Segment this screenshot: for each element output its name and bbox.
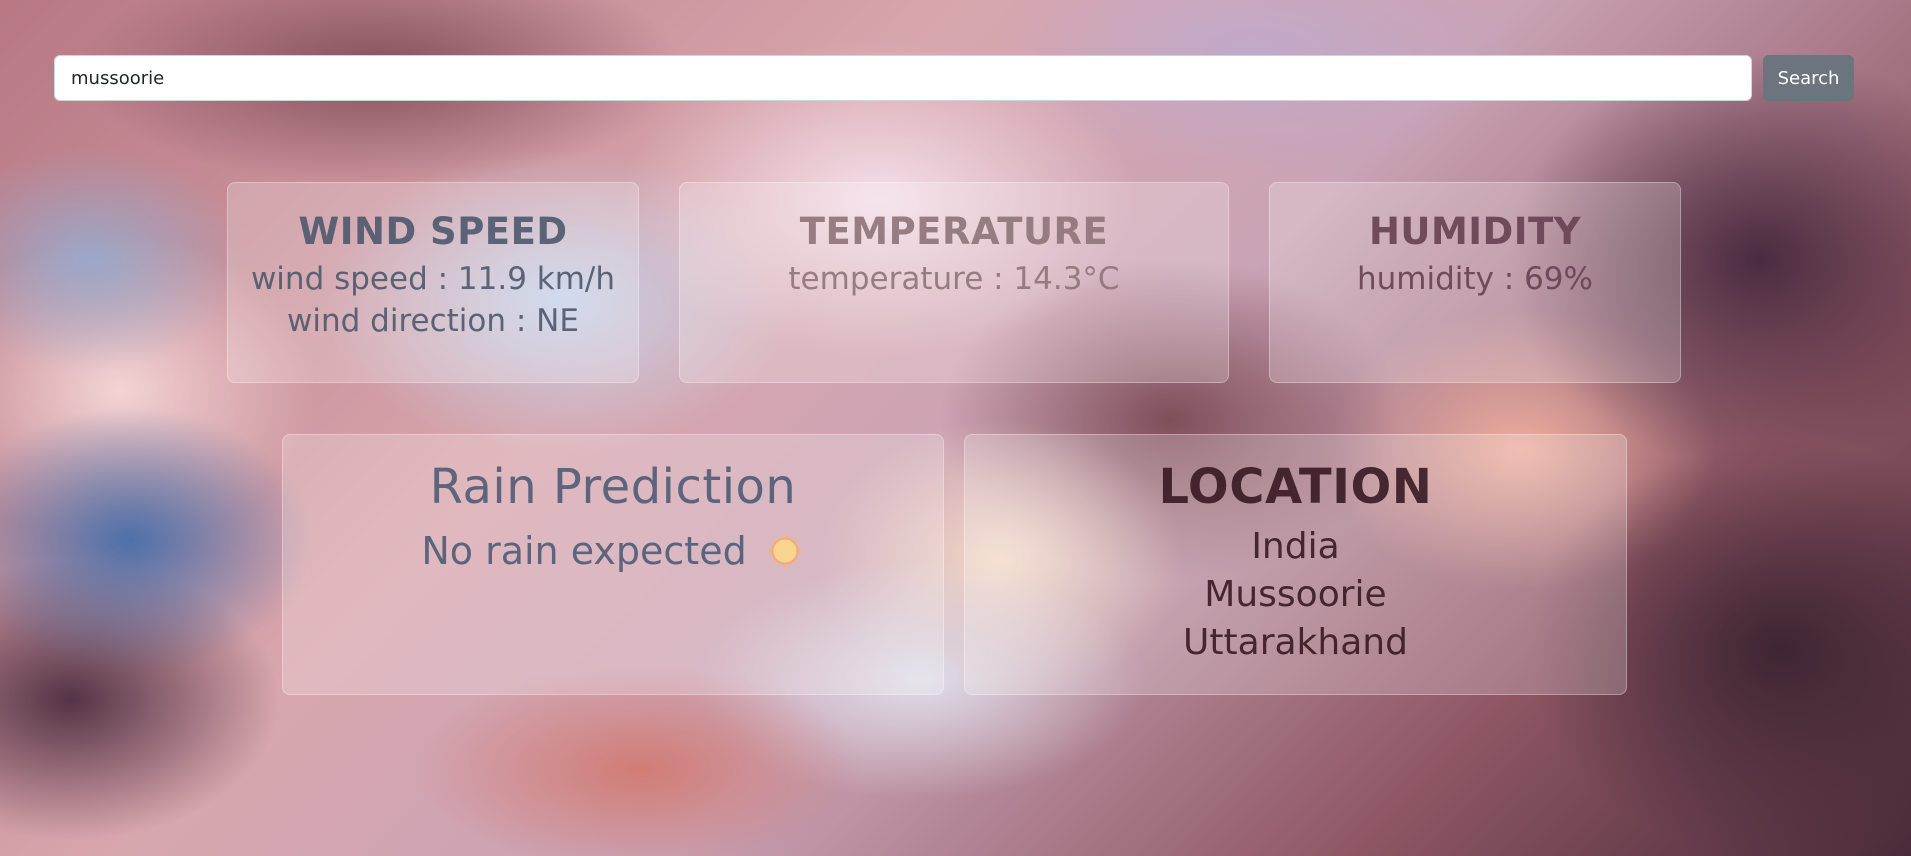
temperature-card: TEMPERATURE temperature : 14.3°C [679,182,1229,383]
wind-speed-card: WIND SPEED wind speed : 11.9 km/h wind d… [227,182,639,383]
temperature-title: TEMPERATURE [799,210,1109,253]
rain-prediction-title: Rain Prediction [429,459,797,515]
location-title: LOCATION [1158,459,1433,515]
location-card: LOCATION India Mussoorie Uttarakhand [964,434,1627,695]
search-bar: Search [54,55,1854,101]
wind-speed-value: wind speed : 11.9 km/h [250,261,616,297]
rain-status: No rain expected [421,529,804,573]
temperature-value: temperature : 14.3°C [788,261,1120,297]
humidity-title: HUMIDITY [1368,210,1582,253]
location-city: Mussoorie [1204,574,1387,615]
location-country: India [1251,526,1340,567]
search-button[interactable]: Search [1763,55,1854,101]
sky-background [0,0,1911,856]
wind-speed-title: WIND SPEED [298,210,568,253]
rain-status-text: No rain expected [421,529,747,573]
location-region: Uttarakhand [1183,622,1408,663]
rain-prediction-card: Rain Prediction No rain expected [282,434,944,695]
sun-icon [765,531,805,571]
search-input[interactable] [54,55,1752,101]
humidity-value: humidity : 69% [1357,261,1593,297]
humidity-card: HUMIDITY humidity : 69% [1269,182,1681,383]
wind-direction-value: wind direction : NE [287,303,579,339]
